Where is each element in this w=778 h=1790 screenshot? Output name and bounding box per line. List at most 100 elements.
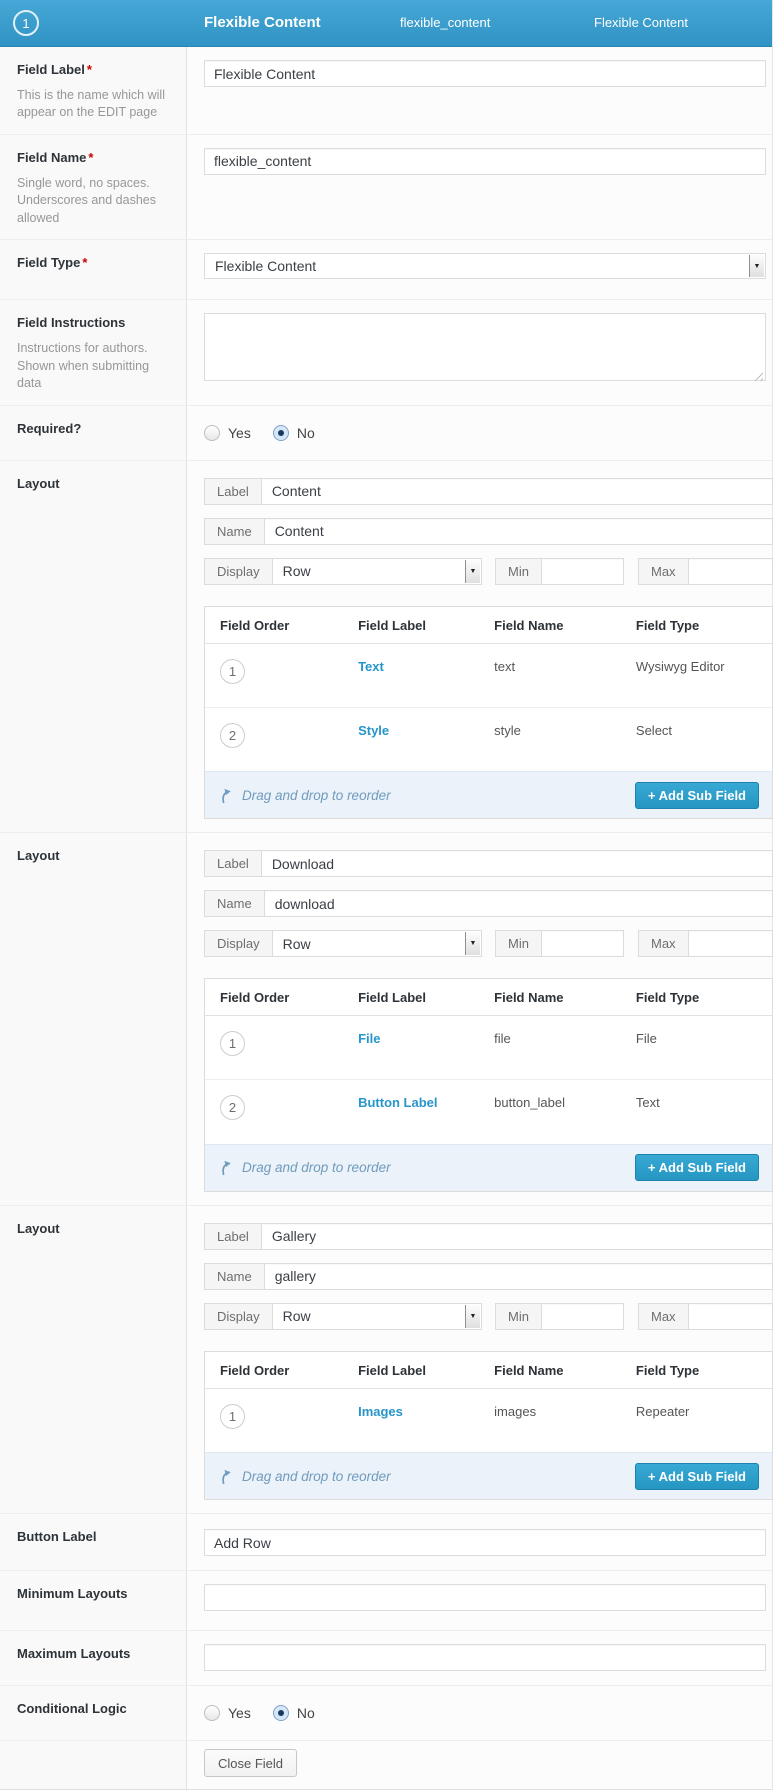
- close-field-button[interactable]: Close Field: [204, 1749, 297, 1777]
- sub-fields-footer: Drag and drop to reorder + Add Sub Field: [205, 1452, 772, 1499]
- sub-fields-table: Field Order Field Label Field Name Field…: [204, 1351, 773, 1501]
- layout-name-input[interactable]: [265, 519, 772, 544]
- col-field-type: Field Type: [636, 979, 772, 1016]
- col-field-order: Field Order: [205, 607, 358, 644]
- minimum-layouts-label: Minimum Layouts: [17, 1586, 172, 1603]
- field-order-badge[interactable]: 1: [13, 10, 39, 36]
- field-name-input[interactable]: [204, 148, 766, 175]
- min-prefix: Min: [496, 1304, 542, 1329]
- required-asterisk: *: [82, 255, 87, 270]
- required-no-label[interactable]: No: [297, 425, 315, 441]
- col-field-type: Field Type: [636, 1352, 772, 1389]
- sub-field-row: 1 Images images Repeater: [205, 1388, 772, 1452]
- layout-label-input[interactable]: [262, 851, 772, 876]
- layout-section-3: Layout Label Name Display Row ▼: [0, 1206, 772, 1515]
- conditional-no-label[interactable]: No: [297, 1705, 315, 1721]
- label-prefix: Label: [205, 479, 262, 504]
- button-label-label: Button Label: [17, 1529, 172, 1546]
- layout-max-field: Max: [638, 558, 773, 585]
- name-prefix: Name: [205, 891, 265, 916]
- layout-max-input[interactable]: [689, 559, 772, 584]
- sub-fields-table: Field Order Field Label Field Name Field…: [204, 606, 773, 820]
- drag-hint: Drag and drop to reorder: [218, 787, 391, 804]
- display-select[interactable]: Row ▼: [273, 1304, 481, 1329]
- layout-label-input[interactable]: [262, 1224, 772, 1249]
- drag-hint: Drag and drop to reorder: [218, 1468, 391, 1485]
- field-type-select[interactable]: Flexible Content ▼: [204, 253, 766, 279]
- sub-field-edit-link[interactable]: File: [358, 1031, 380, 1046]
- layout-min-input[interactable]: [542, 1304, 623, 1329]
- drag-order-handle[interactable]: 2: [220, 723, 245, 748]
- minimum-layouts-input[interactable]: [204, 1584, 766, 1611]
- drag-order-handle[interactable]: 2: [220, 1095, 245, 1120]
- drag-order-handle[interactable]: 1: [220, 1031, 245, 1056]
- display-select[interactable]: Row ▼: [273, 559, 481, 584]
- label-prefix: Label: [205, 1224, 262, 1249]
- sub-field-type: Text: [636, 1080, 772, 1144]
- sub-field-edit-link[interactable]: Images: [358, 1404, 403, 1419]
- field-instructions-row: Field Instructions Instructions for auth…: [0, 300, 772, 405]
- field-label-input[interactable]: [204, 60, 766, 87]
- field-header-bar[interactable]: 1 Flexible Content flexible_content Flex…: [0, 0, 772, 47]
- conditional-logic-row: Conditional Logic Yes No: [0, 1686, 772, 1741]
- drag-order-handle[interactable]: 1: [220, 1404, 245, 1429]
- sub-field-row: 1 Text text Wysiwyg Editor: [205, 643, 772, 707]
- sub-field-type: File: [636, 1016, 772, 1080]
- layout-max-input[interactable]: [689, 1304, 772, 1329]
- col-field-name: Field Name: [494, 607, 636, 644]
- add-sub-field-button[interactable]: + Add Sub Field: [635, 1154, 759, 1181]
- sub-field-edit-link[interactable]: Style: [358, 723, 389, 738]
- required-label: Required?: [17, 421, 172, 438]
- maximum-layouts-input[interactable]: [204, 1644, 766, 1671]
- field-label-description: This is the name which will appear on th…: [17, 87, 172, 122]
- layout-name-field: Name: [204, 890, 773, 917]
- required-row: Required? Yes No: [0, 406, 772, 461]
- layout-name-input[interactable]: [265, 891, 772, 916]
- drag-order-handle[interactable]: 1: [220, 659, 245, 684]
- close-field-row: Close Field: [0, 1741, 772, 1789]
- layout-min-field: Min: [495, 1303, 624, 1330]
- layout-display-field: Display Row ▼: [204, 930, 482, 957]
- layout-max-field: Max: [638, 1303, 773, 1330]
- col-field-label: Field Label: [358, 607, 494, 644]
- max-prefix: Max: [639, 559, 689, 584]
- layout-name-input[interactable]: [265, 1264, 772, 1289]
- col-field-order: Field Order: [205, 1352, 358, 1389]
- layout-min-field: Min: [495, 930, 624, 957]
- button-label-row: Button Label: [0, 1514, 772, 1571]
- conditional-yes-label[interactable]: Yes: [228, 1705, 251, 1721]
- min-prefix: Min: [496, 931, 542, 956]
- max-prefix: Max: [639, 931, 689, 956]
- sub-field-edit-link[interactable]: Text: [358, 659, 384, 674]
- required-no-radio[interactable]: [273, 425, 289, 441]
- add-sub-field-button[interactable]: + Add Sub Field: [635, 1463, 759, 1490]
- sub-field-edit-link[interactable]: Button Label: [358, 1095, 437, 1110]
- field-label-row: Field Label* This is the name which will…: [0, 47, 772, 135]
- maximum-layouts-label: Maximum Layouts: [17, 1646, 172, 1663]
- sub-field-name: file: [494, 1016, 636, 1080]
- layout-label-input[interactable]: [262, 479, 772, 504]
- header-field-name: flexible_content: [400, 0, 490, 46]
- layout-min-input[interactable]: [542, 559, 623, 584]
- name-prefix: Name: [205, 1264, 265, 1289]
- required-yes-radio[interactable]: [204, 425, 220, 441]
- display-select-value: Row: [273, 563, 321, 579]
- label-prefix: Label: [205, 851, 262, 876]
- field-instructions-label: Field Instructions: [17, 315, 172, 332]
- sub-field-name: style: [494, 707, 636, 771]
- field-type-select-value: Flexible Content: [205, 258, 326, 274]
- layout-min-input[interactable]: [542, 931, 623, 956]
- field-settings-panel: 1 Flexible Content flexible_content Flex…: [0, 0, 773, 1790]
- conditional-no-radio[interactable]: [273, 1705, 289, 1721]
- display-select[interactable]: Row ▼: [273, 931, 481, 956]
- conditional-yes-radio[interactable]: [204, 1705, 220, 1721]
- field-instructions-textarea[interactable]: [204, 313, 766, 381]
- layout-max-input[interactable]: [689, 931, 772, 956]
- layout-label: Layout: [17, 848, 172, 865]
- required-asterisk: *: [88, 150, 93, 165]
- layout-section-1: Layout Label Name Display Row ▼: [0, 461, 772, 834]
- add-sub-field-button[interactable]: + Add Sub Field: [635, 782, 759, 809]
- required-yes-label[interactable]: Yes: [228, 425, 251, 441]
- button-label-input[interactable]: [204, 1529, 766, 1556]
- drag-reorder-arrow-icon: [218, 1468, 235, 1485]
